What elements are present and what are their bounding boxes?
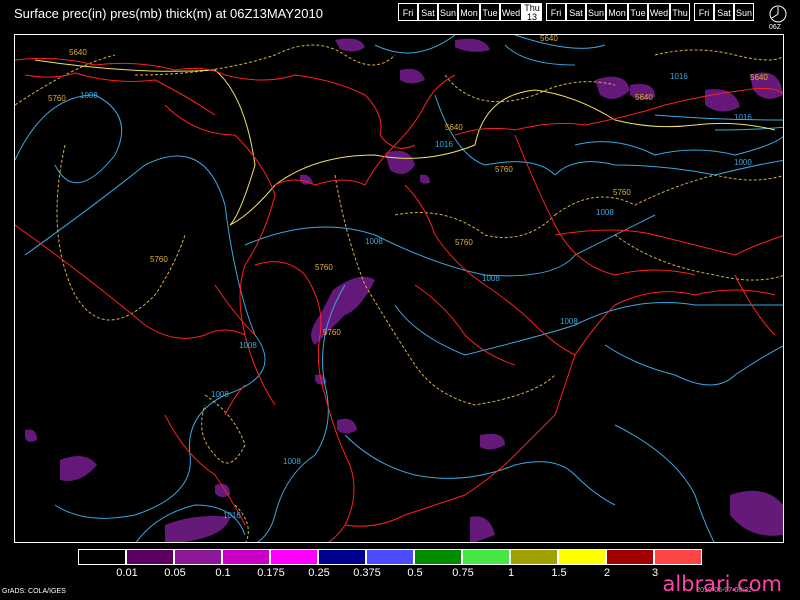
day-button-2[interactable]: Sun xyxy=(438,3,458,21)
day-button-11[interactable]: Tue xyxy=(628,3,648,21)
color-legend xyxy=(78,549,702,565)
day-button-14[interactable]: Fri xyxy=(694,3,714,21)
legend-swatch-6 xyxy=(366,549,414,565)
weather-map[interactable]: 5640 5640 5640 5640 5640 5760 5760 5760 … xyxy=(14,34,784,543)
legend-swatch-12 xyxy=(654,549,702,565)
day-button-4[interactable]: Tue xyxy=(480,3,500,21)
label-thick-9: 5760 xyxy=(495,165,513,174)
day-button-7[interactable]: Fri xyxy=(546,3,566,21)
legend-tick-8: 1 xyxy=(507,567,515,579)
day-button-8[interactable]: Sat xyxy=(566,3,586,21)
legend-ticks: 0.01 0.05 0.1 0.175 0.25 0.375 0.5 0.75 1 1.5 2 3 xyxy=(78,567,728,581)
thickness-lines xyxy=(15,44,783,542)
label-iso-10: 1016 xyxy=(670,72,688,81)
isobar-lines xyxy=(15,35,783,542)
day-button-5[interactable]: Wed xyxy=(500,3,522,21)
legend-tick-1: 0.05 xyxy=(164,567,186,579)
label-thick-10: 5760 xyxy=(455,238,473,247)
legend-swatch-3 xyxy=(222,549,270,565)
label-iso-12: 1016 xyxy=(223,511,241,520)
legend-swatch-8 xyxy=(462,549,510,565)
label-iso-5: 1008 xyxy=(596,208,614,217)
legend-tick-6: 0.5 xyxy=(407,567,423,579)
label-iso-6: 1008 xyxy=(239,341,257,350)
day-button-13[interactable]: Thu xyxy=(670,3,690,21)
selected-date-label: 13 xyxy=(526,12,537,22)
legend-tick-5: 0.375 xyxy=(353,567,381,579)
label-thick-7: 5760 xyxy=(150,255,168,264)
legend-tick-0: 0.01 xyxy=(116,567,138,579)
legend-swatch-4 xyxy=(270,549,318,565)
legend-swatch-1 xyxy=(126,549,174,565)
day-button-12[interactable]: Wed xyxy=(648,3,670,21)
day-button-9[interactable]: Sun xyxy=(586,3,606,21)
label-thick-11: 5760 xyxy=(613,188,631,197)
legend-tick-7: 0.75 xyxy=(452,567,474,579)
label-iso-2: 1008 xyxy=(365,237,383,246)
label-iso-13: 1000 xyxy=(734,158,752,167)
label-thick-12: 5760 xyxy=(323,328,341,337)
label-iso-1: 1008 xyxy=(80,91,98,100)
thickness-5640-line xyxy=(34,59,776,226)
day-button-0[interactable]: Fri xyxy=(398,3,418,21)
legend-tick-10: 2 xyxy=(603,567,611,579)
label-thick-6: 5760 xyxy=(48,94,66,103)
label-thick-2: 5640 xyxy=(445,123,463,132)
clock-label: 06Z xyxy=(769,24,782,31)
contour-labels: 5640 5640 5640 5640 5640 5760 5760 5760 … xyxy=(48,35,768,520)
legend-swatch-0 xyxy=(78,549,126,565)
label-thick-1: 5640 xyxy=(69,48,87,57)
label-iso-4: 1008 xyxy=(560,317,578,326)
label-thick-4: 5640 xyxy=(635,93,653,102)
day-button-1[interactable]: Sat xyxy=(418,3,438,21)
label-iso-7: 1008 xyxy=(211,390,229,399)
legend-tick-4: 0.25 xyxy=(308,567,330,579)
day-button-3[interactable]: Mon xyxy=(458,3,480,21)
label-iso-3: 1008 xyxy=(482,274,500,283)
label-iso-8: 1008 xyxy=(283,457,301,466)
day-selector: Fri Sat Sun Mon Tue Wed Thu 13 Fri Sat Sun Mon Tue We… xyxy=(398,3,754,22)
legend-swatch-9 xyxy=(510,549,558,565)
legend-tick-9: 1.5 xyxy=(551,567,567,579)
day-button-16[interactable]: Sun xyxy=(734,3,754,21)
legend-tick-11: 3 xyxy=(651,567,659,579)
legend-tick-3: 0.175 xyxy=(257,567,285,579)
precipitation-areas xyxy=(25,38,783,542)
grads-credit: GrADS: COLA/IGES xyxy=(2,588,66,595)
map-canvas: 5640 5640 5640 5640 5640 5760 5760 5760 … xyxy=(15,35,783,542)
legend-swatch-7 xyxy=(414,549,462,565)
map-title: Surface prec(in) pres(mb) thick(m) at 06… xyxy=(14,6,323,21)
clock-icon xyxy=(769,5,787,23)
day-button-6[interactable]: Thu 13 xyxy=(522,3,542,22)
legend-swatch-2 xyxy=(174,549,222,565)
label-thick-5: 5640 xyxy=(750,73,768,82)
label-thick-8: 5760 xyxy=(315,263,333,272)
legend-swatch-10 xyxy=(558,549,606,565)
label-iso-11: 1016 xyxy=(734,113,752,122)
legend-swatch-5 xyxy=(318,549,366,565)
day-button-15[interactable]: Sat xyxy=(714,3,734,21)
legend-swatch-11 xyxy=(606,549,654,565)
day-button-10[interactable]: Mon xyxy=(606,3,628,21)
label-thick-3: 5640 xyxy=(540,35,558,43)
brand-watermark: albrari.com xyxy=(662,572,782,596)
legend-tick-2: 0.1 xyxy=(215,567,231,579)
label-iso-9: 1016 xyxy=(435,140,453,149)
